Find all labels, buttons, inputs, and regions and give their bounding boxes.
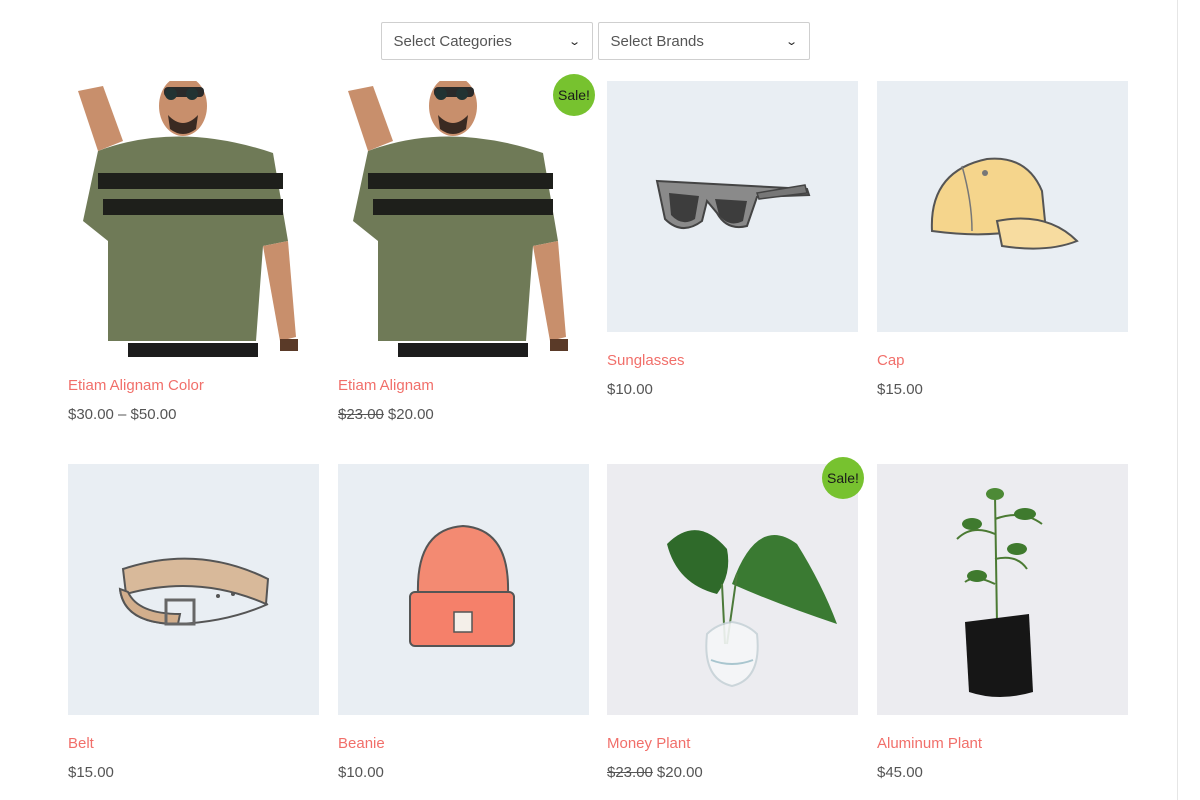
product-price: $23.00 $20.00	[607, 764, 858, 781]
product-title[interactable]: Sunglasses	[607, 352, 858, 369]
product-price: $23.00 $20.00	[338, 406, 589, 423]
product-current-price: $10.00	[338, 764, 384, 781]
product-image[interactable]	[338, 81, 589, 357]
product-price: $45.00	[877, 764, 1128, 781]
product-old-price: $23.00	[607, 764, 653, 781]
product-card[interactable]: Belt $15.00	[68, 464, 319, 781]
product-image[interactable]	[338, 464, 589, 715]
sale-badge: Sale!	[822, 457, 864, 499]
product-title[interactable]: Cap	[877, 352, 1128, 369]
product-title[interactable]: Etiam Alignam Color	[68, 377, 319, 394]
product-current-price: $15.00	[877, 381, 923, 398]
product-card[interactable]: Cap $15.00	[877, 81, 1128, 398]
product-current-price: $20.00	[656, 764, 703, 781]
product-card[interactable]: Etiam Alignam Color $30.00 – $50.00	[68, 81, 319, 423]
product-title[interactable]: Money Plant	[607, 735, 858, 752]
product-image[interactable]	[607, 81, 858, 332]
product-card[interactable]: Beanie $10.00	[338, 464, 589, 781]
product-current-price: $20.00	[387, 406, 434, 423]
categories-select[interactable]: Select Categories ⌄	[380, 22, 593, 60]
product-card[interactable]: Sale! Money Plant $23.00 $20.00	[607, 457, 864, 781]
brands-select[interactable]: Select Brands ⌄	[597, 22, 810, 60]
chevron-down-icon: ⌄	[785, 35, 799, 48]
product-card[interactable]: Sunglasses $10.00	[607, 81, 858, 398]
money-plant-image	[667, 530, 837, 688]
product-image[interactable]	[68, 81, 319, 357]
product-old-price: $23.00	[338, 406, 384, 423]
product-price: $15.00	[68, 764, 319, 781]
filter-bar: Select Categories ⌄ Select Brands ⌄	[0, 22, 1200, 60]
product-title[interactable]: Belt	[68, 735, 319, 752]
sunglasses-image	[655, 179, 811, 229]
product-card[interactable]: Sale! Etiam Alignam $23.00 $20.00	[338, 74, 595, 423]
product-image[interactable]	[68, 464, 319, 715]
product-price: $30.00 – $50.00	[68, 406, 319, 423]
product-price: $10.00	[607, 381, 858, 398]
product-image[interactable]	[607, 464, 858, 715]
chevron-down-icon: ⌄	[568, 35, 582, 48]
cap-image	[930, 157, 1079, 250]
page-scrollbar[interactable]	[1177, 0, 1200, 800]
categories-select-label: Select Categories	[393, 32, 512, 50]
belt-image	[118, 557, 270, 626]
beanie-image	[409, 524, 515, 647]
product-title[interactable]: Aluminum Plant	[877, 735, 1128, 752]
product-title[interactable]: Beanie	[338, 735, 589, 752]
product-price: $15.00	[877, 381, 1128, 398]
tshirt-model-image	[338, 81, 589, 357]
product-card[interactable]: Aluminum Plant $45.00	[877, 464, 1128, 781]
product-image[interactable]	[877, 464, 1128, 715]
brands-select-label: Select Brands	[610, 32, 704, 50]
aluminum-plant-image	[956, 488, 1043, 697]
product-current-price: $15.00	[68, 764, 114, 781]
product-current-price: $45.00	[877, 764, 923, 781]
product-current-price: $10.00	[607, 381, 653, 398]
tshirt-model-image	[68, 81, 319, 357]
product-current-price: $30.00 – $50.00	[68, 406, 177, 423]
product-title[interactable]: Etiam Alignam	[338, 377, 589, 394]
sale-badge: Sale!	[553, 74, 595, 116]
product-image[interactable]	[877, 81, 1128, 332]
product-price: $10.00	[338, 764, 589, 781]
